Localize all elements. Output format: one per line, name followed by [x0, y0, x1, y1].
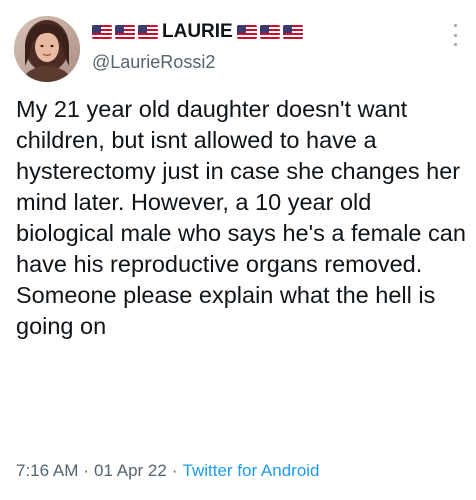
- flags-right: [236, 25, 303, 39]
- tweet-source-link[interactable]: Twitter for Android: [183, 461, 320, 480]
- us-flag-icon: [92, 25, 112, 39]
- tweet-time[interactable]: 7:16 AM: [16, 461, 78, 480]
- tweet-card: LAURIE @LaurieRossi2 My 21 year old daug…: [0, 0, 476, 500]
- us-flag-icon: [115, 25, 135, 39]
- us-flag-icon: [236, 25, 257, 39]
- us-flag-icon: [282, 25, 303, 39]
- display-name: LAURIE: [162, 21, 233, 42]
- avatar-image: [14, 16, 80, 82]
- us-flag-icon: [138, 25, 158, 39]
- tweet-date[interactable]: 01 Apr 22: [94, 461, 167, 480]
- more-dot: [453, 33, 457, 37]
- tweet-header: LAURIE @LaurieRossi2: [12, 14, 464, 86]
- user-handle[interactable]: @LaurieRossi2: [92, 50, 303, 74]
- flags-left: [92, 25, 158, 39]
- us-flag-icon: [259, 25, 280, 39]
- user-names: LAURIE @LaurieRossi2: [92, 20, 303, 74]
- meta-separator: ·: [171, 461, 178, 480]
- tweet-text: My 21 year old daughter doesn't want chi…: [16, 96, 466, 339]
- avatar[interactable]: [14, 16, 80, 82]
- tweet-meta: 7:16 AM · 01 Apr 22 · Twitter for Android: [16, 460, 320, 482]
- meta-separator: ·: [83, 461, 90, 480]
- display-name-row[interactable]: LAURIE: [92, 20, 303, 44]
- more-dot: [453, 24, 457, 27]
- more-dot: [453, 43, 457, 46]
- more-options-icon[interactable]: [452, 24, 458, 46]
